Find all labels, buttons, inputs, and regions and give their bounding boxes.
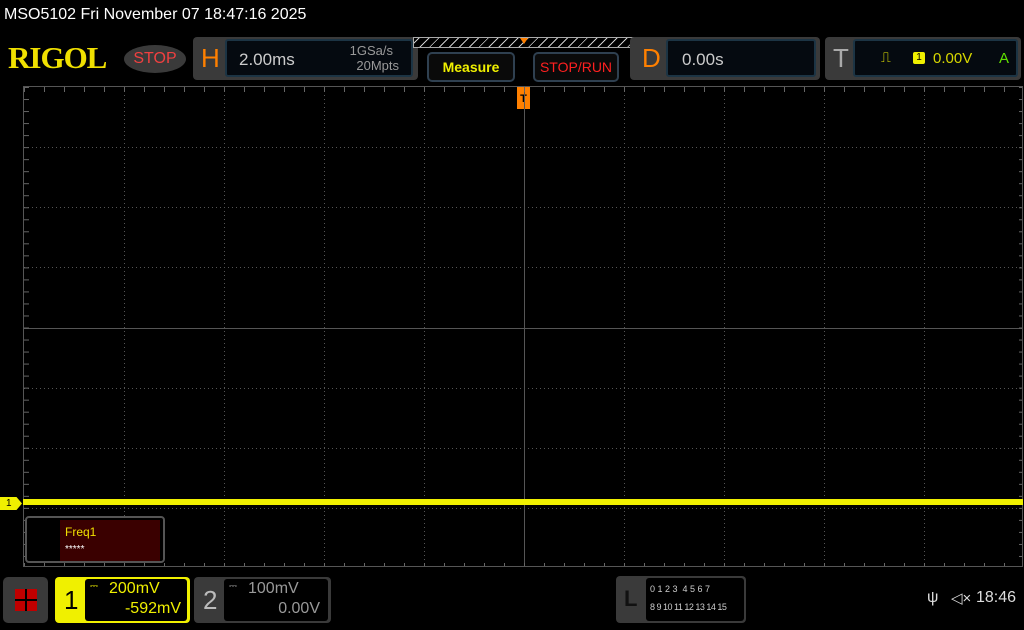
channel-2-offset: 0.00V <box>278 600 320 617</box>
grid-menu-icon <box>15 589 37 611</box>
memory-depth: 20Mpts <box>356 58 399 73</box>
measurement-value: ***** <box>65 544 85 555</box>
delay-panel[interactable]: D 0.00s <box>630 37 820 80</box>
dc-coupling-icon: ⎓ <box>229 581 237 592</box>
window-title: MSO5102 Fri November 07 18:47:16 2025 <box>4 6 307 23</box>
channel-1-scale: 200mV <box>109 580 160 597</box>
channel-1-panel[interactable]: 1 ⎓ 200mV -592mV <box>55 577 190 623</box>
trigger-position-marker-icon <box>520 38 528 44</box>
trigger-level: 0.00V <box>933 50 973 67</box>
channel-2-panel[interactable]: 2 ⎓ 100mV 0.00V <box>194 577 331 623</box>
trigger-source: 1 <box>913 52 925 64</box>
rising-edge-icon: ⎍ <box>881 49 891 65</box>
sample-rate: 1GSa/s <box>349 43 393 58</box>
trigger-label: T <box>833 43 849 73</box>
channel-2-number: 2 <box>203 585 218 615</box>
measurement-name: Freq1 <box>65 525 97 539</box>
delay-label: D <box>642 43 661 73</box>
horizontal-panel[interactable]: H 2.00ms 1GSa/s 20Mpts <box>193 37 418 80</box>
channel-2-scale: 100mV <box>248 580 299 597</box>
usb-icon: ψ <box>927 589 939 606</box>
run-state-badge[interactable]: STOP <box>124 45 186 73</box>
channel-1-offset-marker[interactable]: 1 <box>0 497 22 510</box>
trigger-mode: A <box>999 50 1010 67</box>
trigger-panel[interactable]: T ⎍ 1 0.00V A <box>825 37 1021 80</box>
channel-1-offset: -592mV <box>124 600 181 617</box>
measurement-panel[interactable]: Freq1 ***** <box>25 516 165 563</box>
menu-button[interactable] <box>3 577 48 623</box>
logic-channels-8-15: 8 9 10 11 12 13 14 15 <box>650 602 727 612</box>
channel-1-trace <box>23 499 1023 505</box>
stop-run-button[interactable]: STOP/RUN <box>533 52 619 82</box>
logic-analyzer-panel[interactable]: L 0 1 2 3 4 5 6 7 8 9 10 11 12 13 14 15 <box>616 576 746 623</box>
waveform-grid <box>23 86 1023 567</box>
logic-label: L <box>624 586 638 611</box>
clock-time: 18:46 <box>976 589 1017 606</box>
dc-coupling-icon: ⎓ <box>90 581 98 592</box>
measure-button[interactable]: Measure <box>427 52 515 82</box>
horizontal-label: H <box>201 43 220 73</box>
channel-1-number: 1 <box>64 585 79 615</box>
delay-value: 0.00s <box>682 50 724 69</box>
timebase-value: 2.00ms <box>239 50 295 69</box>
speaker-muted-icon[interactable]: ◁× <box>951 589 971 607</box>
logic-channels-0-7: 0 1 2 3 4 5 6 7 <box>650 584 711 594</box>
rigol-logo: RIGOL <box>8 40 107 75</box>
